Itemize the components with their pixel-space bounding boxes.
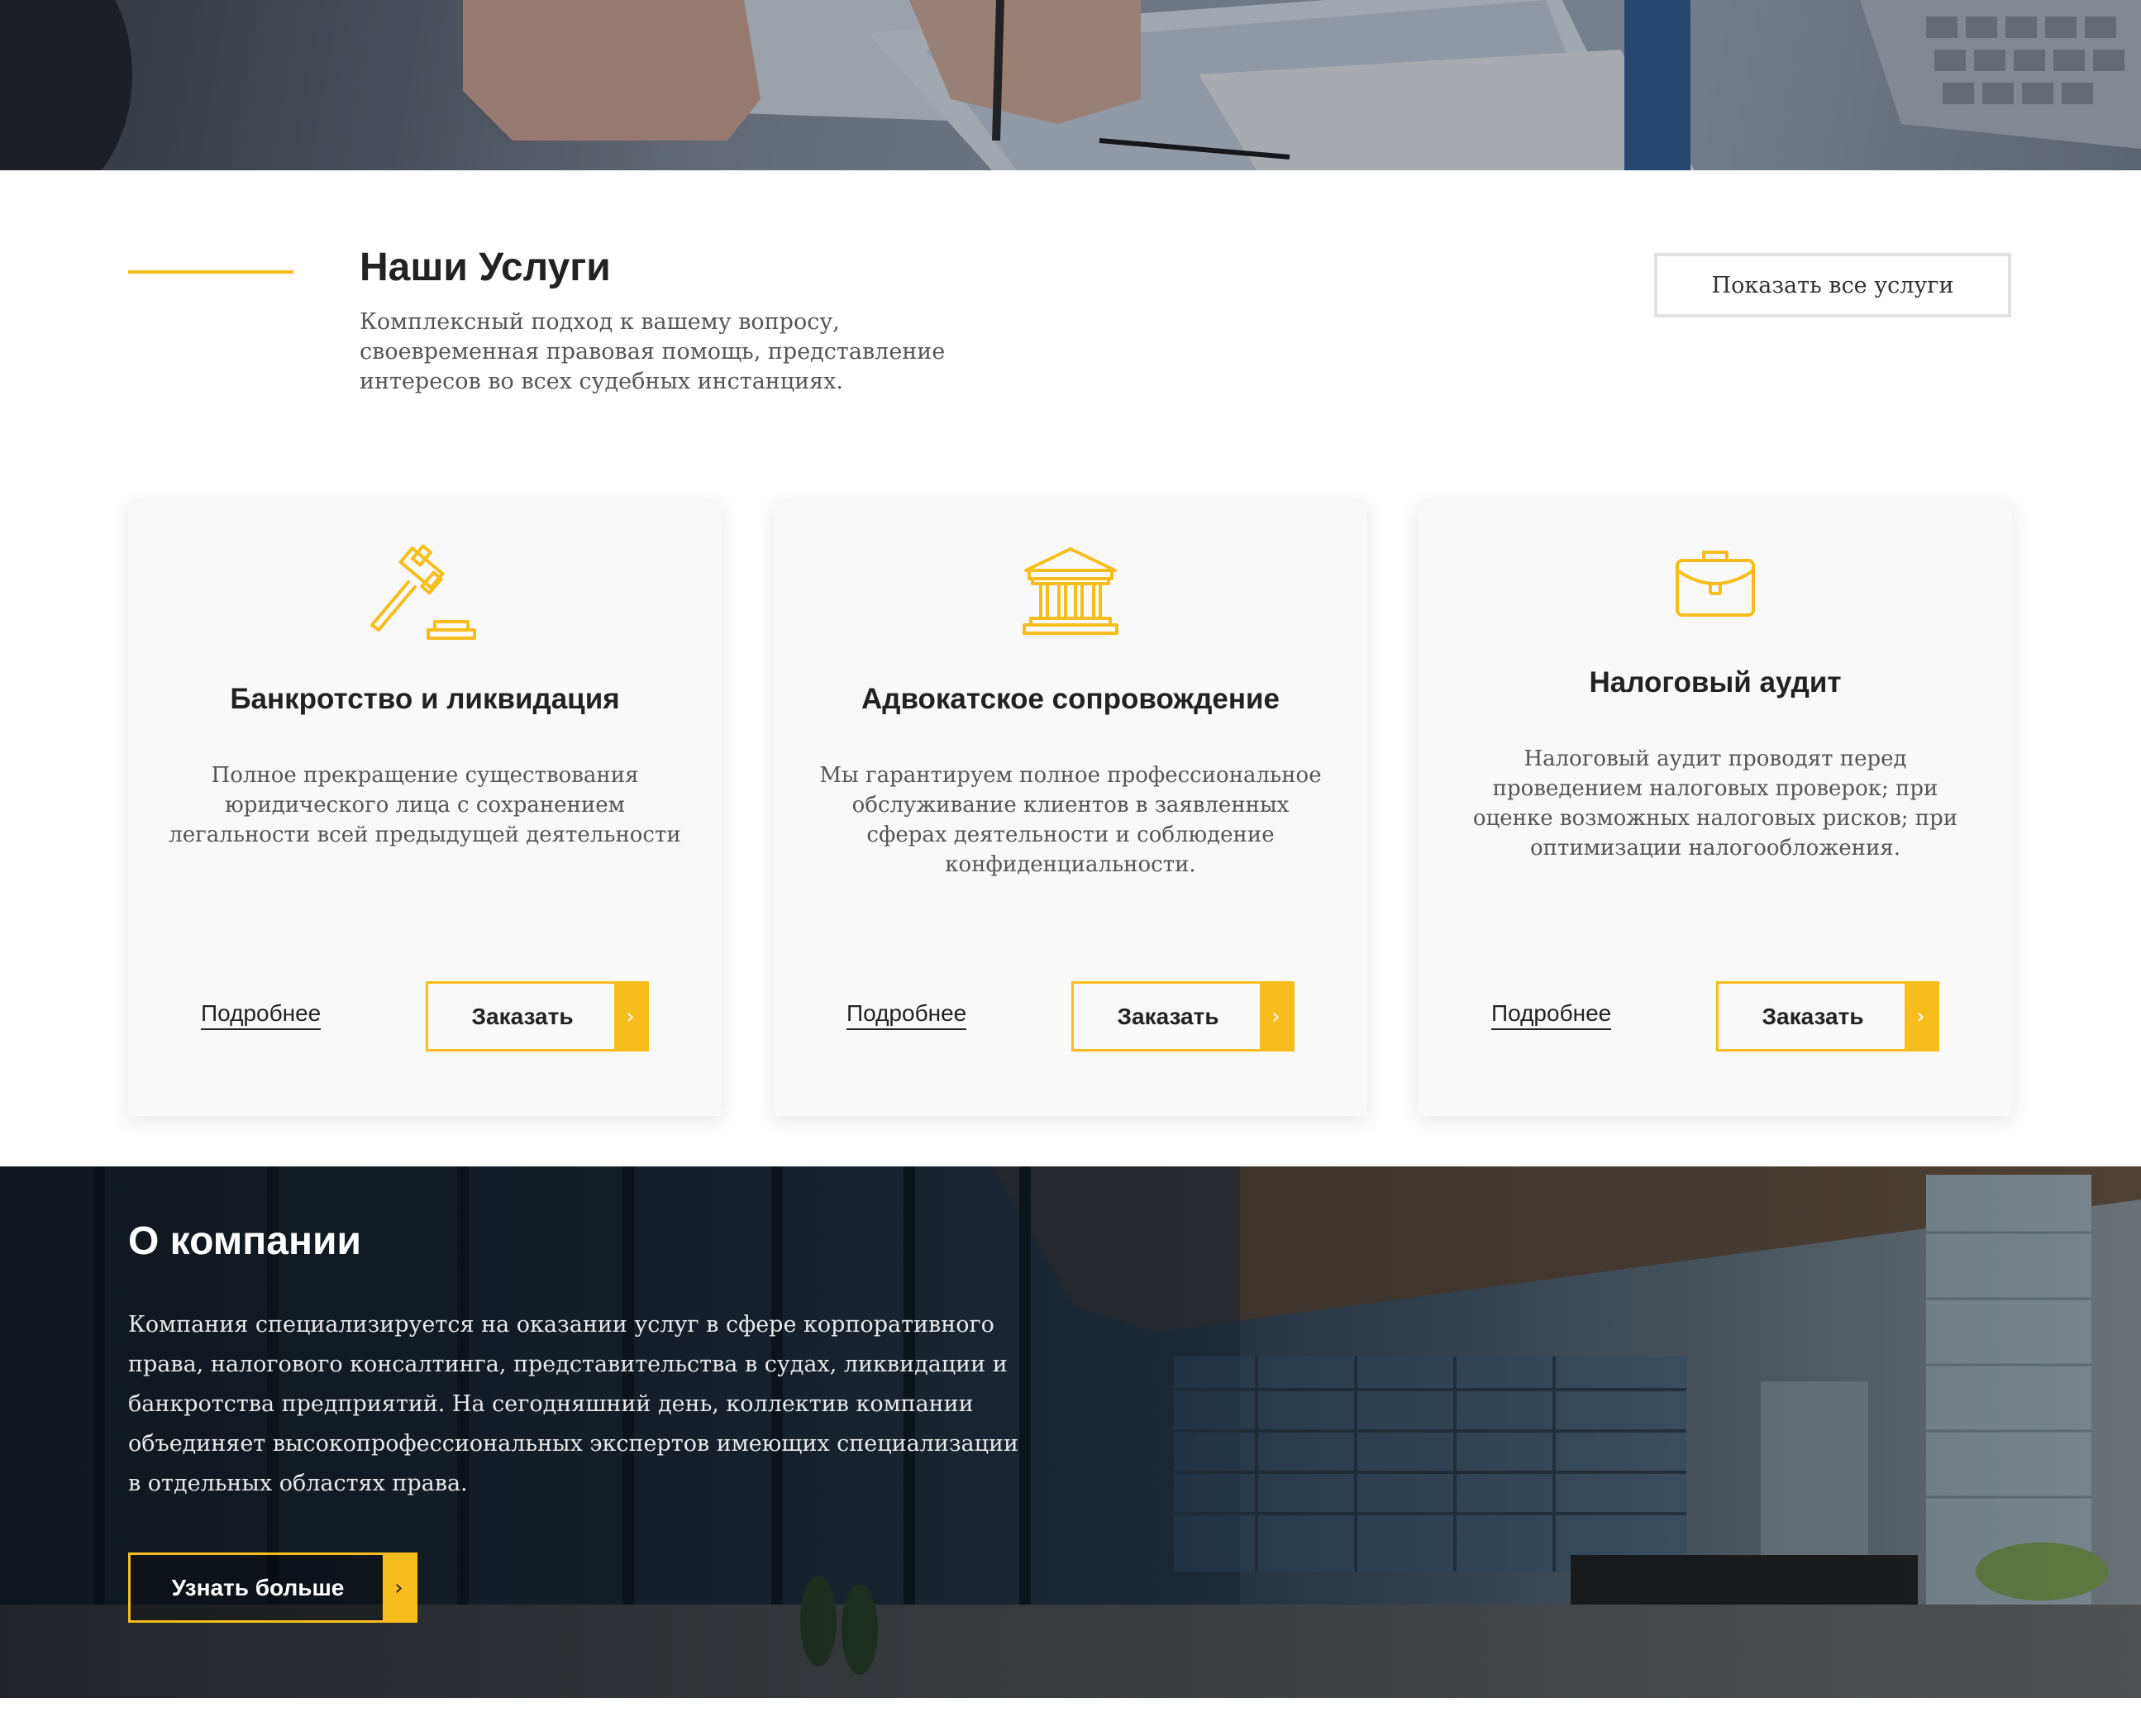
more-link[interactable]: Подробнее [201, 1000, 322, 1030]
about-section: О компании Компания специализируется на … [0, 1166, 2141, 1698]
hero-image [0, 0, 2141, 170]
service-card-legal-support: Адвокатское сопровождение Мы гарантируем… [774, 501, 1367, 1116]
courthouse-icon [1021, 546, 1120, 642]
order-button[interactable]: Заказать › [1071, 981, 1295, 1052]
order-button-label: Заказать [471, 1003, 574, 1029]
service-card-tax-audit: Налоговый аудит Налоговый аудит проводят… [1419, 501, 2012, 1116]
briefcase-icon [1674, 546, 1757, 626]
order-button-label: Заказать [1117, 1003, 1219, 1029]
card-description: Налоговый аудит проводят перед проведени… [1472, 746, 1958, 861]
service-card-bankruptcy: Банкротство и ликвидация Полное прекраще… [128, 501, 722, 1116]
learn-more-label: Узнать больше [171, 1574, 345, 1600]
about-description: Компания специализируется на оказании ус… [128, 1312, 1019, 1496]
card-title: Банкротство и ликвидация [230, 683, 620, 715]
card-title: Адвокатское сопровождение [861, 683, 1280, 715]
about-title: О компании [128, 1219, 361, 1263]
learn-more-button[interactable]: Узнать больше › [128, 1552, 417, 1623]
more-link[interactable]: Подробнее [1491, 1000, 1612, 1030]
card-description: Мы гарантируем полное профессиональное о… [819, 763, 1322, 877]
order-button[interactable]: Заказать › [426, 981, 649, 1052]
card-description: Полное прекращение существования юридиче… [169, 763, 681, 847]
order-button[interactable]: Заказать › [1716, 981, 1939, 1052]
show-all-services-button[interactable]: Показать все услуги [1654, 253, 2011, 317]
chevron-right-icon: › [383, 1555, 415, 1620]
services-subtitle: Комплексный подход к вашему вопросу, сво… [360, 309, 946, 394]
card-title: Налоговый аудит [1589, 666, 1842, 699]
order-button-label: Заказать [1762, 1003, 1864, 1029]
hero-photo-illustration [0, 0, 2141, 170]
chevron-right-icon: › [1905, 984, 1937, 1049]
more-link[interactable]: Подробнее [846, 1000, 967, 1030]
chevron-right-icon: › [614, 984, 646, 1049]
gavel-icon [367, 544, 483, 647]
services-title: Наши Услуги [360, 246, 611, 289]
accent-line [128, 270, 293, 274]
chevron-right-icon: › [1260, 984, 1292, 1049]
